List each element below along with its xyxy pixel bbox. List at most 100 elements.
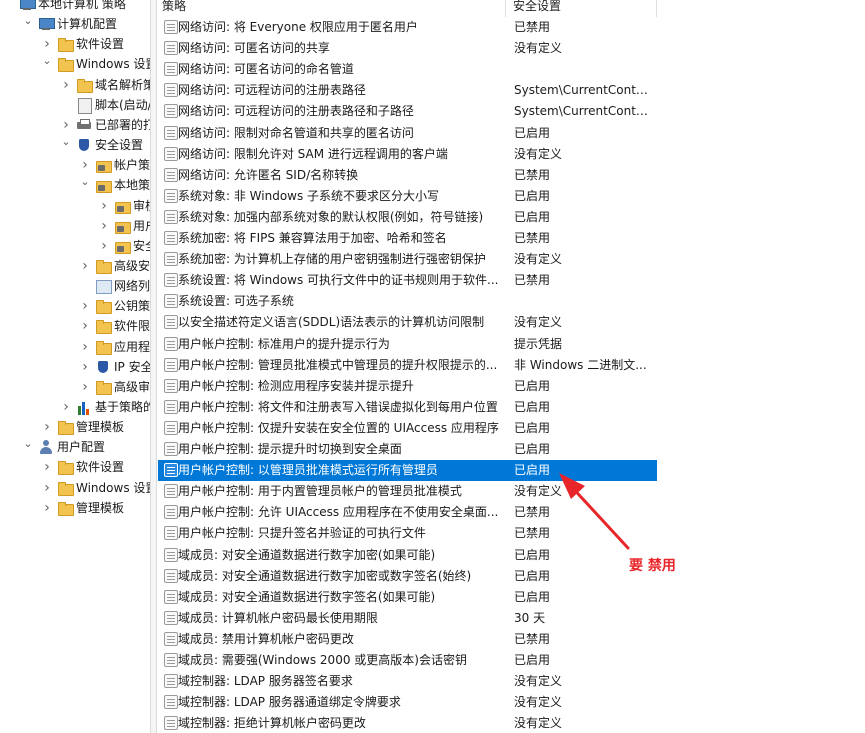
tree-item[interactable]: ⌄ Windows 设置 — [41, 54, 150, 74]
tree-item[interactable]: ⌄ 用户配置 — [22, 437, 105, 457]
chevron-down-icon[interactable]: ⌄ — [60, 132, 72, 152]
table-row[interactable]: 系统加密: 为计算机上存储的用户密钥强制进行强密钥保护 没有定义 — [158, 249, 657, 270]
tree-item[interactable]: › IP 安全策 — [79, 357, 150, 377]
table-row[interactable]: 用户帐户控制: 管理员批准模式中管理员的提升权限提示的... 非 Windows … — [158, 355, 657, 376]
table-row[interactable]: 系统设置: 将 Windows 可执行文件中的证书规则用于软件... 已禁用 — [158, 270, 657, 291]
tree-item[interactable]: › 审核策 — [98, 196, 150, 216]
policy-setting: 没有定义 — [514, 146, 563, 161]
table-row[interactable]: 用户帐户控制: 标准用户的提升提示行为 提示凭据 — [158, 334, 657, 355]
table-row[interactable]: 域成员: 禁用计算机帐户密码更改 已禁用 — [158, 629, 657, 650]
tree-item[interactable]: › 软件限制策 — [79, 316, 150, 336]
table-row[interactable]: 域成员: 对安全通道数据进行数字加密或数字签名(始终) 已启用 — [158, 566, 657, 587]
policy-icon — [164, 420, 178, 435]
chevron-right-icon[interactable]: › — [41, 417, 53, 437]
chevron-right-icon[interactable]: › — [79, 337, 91, 357]
tree-item[interactable]: › 基于策略的 C — [60, 397, 150, 417]
table-row[interactable]: 系统对象: 加强内部系统对象的默认权限(例如，符号链接) 已启用 — [158, 207, 657, 228]
tree-item[interactable]: › 域名解析策略 — [60, 75, 150, 95]
tree-item[interactable]: ⌄ 安全设置 — [60, 135, 143, 155]
chevron-down-icon[interactable]: ⌄ — [79, 172, 91, 192]
tree-item[interactable]: › 软件设置 — [41, 457, 124, 477]
tree-item[interactable]: › 管理模板 — [41, 498, 124, 518]
tree-item[interactable]: › 管理模板 — [41, 417, 124, 437]
chevron-down-icon[interactable]: ⌄ — [41, 51, 53, 71]
table-row[interactable]: 域控制器: 拒绝计算机帐户密码更改 没有定义 — [158, 713, 657, 733]
policy-icon — [164, 653, 178, 667]
chevron-right-icon[interactable]: › — [41, 457, 53, 477]
table-row[interactable]: 系统设置: 可选子系统 — [158, 291, 657, 312]
tree-item[interactable]: ⌄ 本地策略 — [79, 175, 150, 195]
chevron-down-icon[interactable]: ⌄ — [22, 11, 34, 31]
table-row[interactable]: 用户帐户控制: 只提升签名并验证的可执行文件 已禁用 — [158, 523, 657, 544]
table-row[interactable]: 域成员: 需要强(Windows 2000 或更高版本)会话密钥 已启用 — [158, 650, 657, 671]
tree-item[interactable]: › 高级安全 — [79, 256, 150, 276]
table-row[interactable]: 以安全描述符定义语言(SDDL)语法表示的计算机访问限制 没有定义 — [158, 312, 657, 333]
tree-item[interactable]: › 应用程序控 — [79, 337, 150, 357]
table-row[interactable]: 域成员: 对安全通道数据进行数字签名(如果可能) 已启用 — [158, 587, 657, 608]
chevron-right-icon[interactable]: › — [98, 216, 110, 236]
tree-item[interactable]: ⌄ 计算机配置 — [22, 14, 117, 34]
policy-icon — [164, 463, 178, 478]
tree-item[interactable]: › 公钥策略 — [79, 296, 150, 316]
table-row[interactable]: 域控制器: LDAP 服务器签名要求 没有定义 — [158, 671, 657, 692]
table-row[interactable]: 系统对象: 非 Windows 子系统不要求区分大小写 已启用 — [158, 186, 657, 207]
table-row[interactable]: 域成员: 对安全通道数据进行数字加密(如果可能) 已启用 — [158, 545, 657, 566]
tree-item[interactable]: 网络列表管 — [79, 276, 150, 296]
folder-icon — [57, 419, 74, 436]
table-row[interactable]: 网络访问: 可远程访问的注册表路径和子路径 System\CurrentContr… — [158, 101, 657, 122]
table-row[interactable]: 用户帐户控制: 提示提升时切换到安全桌面 已启用 — [158, 439, 657, 460]
chevron-right-icon[interactable]: › — [79, 357, 91, 377]
table-row[interactable]: 网络访问: 将 Everyone 权限应用于匿名用户 已禁用 — [158, 17, 657, 38]
table-row[interactable]: 网络访问: 可匿名访问的共享 没有定义 — [158, 38, 657, 59]
table-row[interactable]: 网络访问: 限制对命名管道和共享的匿名访问 已启用 — [158, 123, 657, 144]
table-row[interactable]: 域成员: 计算机帐户密码最长使用期限 30 天 — [158, 608, 657, 629]
policy-icon — [164, 674, 178, 689]
table-row[interactable]: 域控制器: LDAP 服务器通道绑定令牌要求 没有定义 — [158, 692, 657, 713]
policy-icon — [164, 547, 178, 562]
table-row[interactable]: 用户帐户控制: 允许 UIAccess 应用程序在不使用安全桌面... 已禁用 — [158, 502, 657, 523]
policy-name: 系统设置: 将 Windows 可执行文件中的证书规则用于软件... — [178, 273, 499, 288]
column-header-setting[interactable]: 安全设置 — [507, 0, 657, 17]
tree-item[interactable]: › 高级审核策 — [79, 377, 150, 397]
table-row[interactable]: 用户帐户控制: 将文件和注册表写入错误虚拟化到每用户位置 已启用 — [158, 397, 657, 418]
chevron-right-icon[interactable]: › — [79, 256, 91, 276]
table-row[interactable]: 用户帐户控制: 用于内置管理员帐户的管理员批准模式 没有定义 — [158, 481, 657, 502]
column-header-policy[interactable]: 策略 — [158, 0, 506, 17]
policy-icon — [164, 167, 178, 182]
chevron-right-icon[interactable]: › — [98, 236, 110, 256]
tree-item[interactable]: ›已部署的打印 — [60, 115, 150, 135]
table-row-selected[interactable]: 用户帐户控制: 以管理员批准模式运行所有管理员 已启用 — [158, 460, 657, 482]
table-row[interactable]: 系统加密: 将 FIPS 兼容算法用于加密、哈希和签名 已禁用 — [158, 228, 657, 249]
chevron-right-icon[interactable]: › — [79, 316, 91, 336]
table-row[interactable]: 网络访问: 可远程访问的注册表路径 System\CurrentContro... — [158, 80, 657, 101]
chevron-right-icon[interactable]: › — [79, 377, 91, 397]
tree-item[interactable]: › 软件设置 — [41, 34, 124, 54]
table-row[interactable]: 网络访问: 可匿名访问的命名管道 — [158, 59, 657, 80]
table-row[interactable]: 网络访问: 允许匿名 SID/名称转换 已禁用 — [158, 165, 657, 186]
tree-item[interactable]: › 用户权 — [98, 216, 150, 236]
policy-setting: 非 Windows 二进制文... — [514, 357, 647, 372]
table-row[interactable]: 用户帐户控制: 检测应用程序安装并提示提升 已启用 — [158, 376, 657, 397]
policy-setting: 已启用 — [514, 589, 551, 604]
tree-item[interactable]: › 安全选 — [98, 236, 150, 256]
policy-setting: System\CurrentContro... — [514, 83, 652, 98]
policy-icon — [164, 378, 178, 393]
chevron-right-icon[interactable]: › — [79, 296, 91, 316]
policy-name: 网络访问: 可远程访问的注册表路径和子路径 — [178, 104, 414, 119]
table-row[interactable]: 网络访问: 限制允许对 SAM 进行远程调用的客户端 没有定义 — [158, 144, 657, 165]
chevron-right-icon[interactable]: › — [60, 75, 72, 95]
policy-setting: System\CurrentContro... — [514, 104, 652, 119]
tree-item[interactable]: 脚本(启动/关 — [60, 95, 150, 115]
chevron-down-icon[interactable]: ⌄ — [22, 434, 34, 454]
chevron-right-icon[interactable]: › — [41, 498, 53, 518]
policy-icon — [164, 209, 178, 224]
chevron-right-icon[interactable]: › — [41, 478, 53, 498]
tree-item[interactable]: › Windows 设置 — [41, 478, 150, 498]
folder-icon — [76, 77, 93, 93]
table-row[interactable]: 用户帐户控制: 仅提升安装在安全位置的 UIAccess 应用程序 已启用 — [158, 418, 657, 439]
chevron-right-icon[interactable]: › — [98, 196, 110, 216]
chevron-right-icon[interactable]: › — [60, 397, 72, 417]
policy-icon — [164, 294, 178, 309]
pane-splitter[interactable] — [150, 0, 157, 733]
